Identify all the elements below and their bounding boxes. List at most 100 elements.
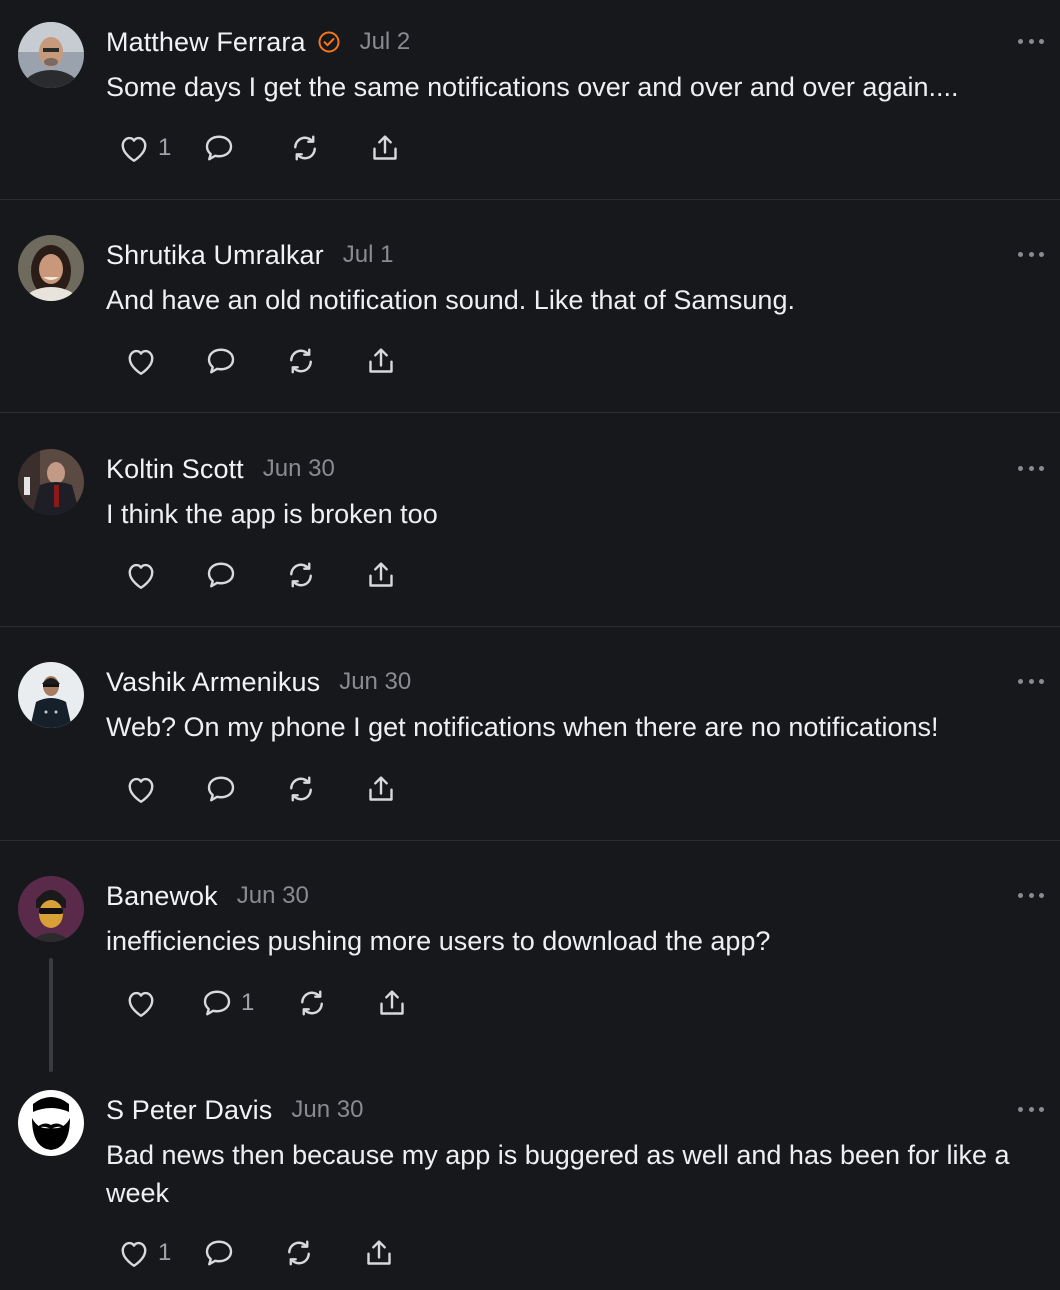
reply-count: 1 [241, 989, 255, 1016]
post-actions [123, 341, 399, 381]
like-count: 1 [158, 1239, 172, 1266]
repost-icon [294, 985, 330, 1021]
heart-icon [116, 130, 152, 166]
post-header: S Peter Davis Jun 30 [106, 1094, 363, 1126]
share-button[interactable] [363, 555, 399, 595]
post-vashik-armenikus[interactable]: Vashik Armenikus Jun 30 Web? On my phone… [0, 627, 1060, 841]
more-icon[interactable] [1018, 36, 1044, 46]
avatar[interactable] [18, 662, 84, 728]
author-name[interactable]: Shrutika Umralkar [106, 240, 324, 271]
like-button[interactable] [123, 555, 159, 595]
avatar[interactable] [18, 22, 84, 88]
repost-icon [281, 1235, 317, 1271]
repost-button[interactable] [283, 555, 319, 595]
post-actions [123, 769, 399, 809]
post-date[interactable]: Jun 30 [291, 1096, 363, 1124]
comment-icon [203, 343, 239, 379]
share-icon [363, 771, 399, 807]
more-icon[interactable] [1018, 1104, 1044, 1114]
post-date[interactable]: Jun 30 [263, 455, 335, 483]
heart-icon [123, 557, 159, 593]
like-button[interactable]: 1 [116, 1233, 171, 1273]
share-button[interactable] [363, 341, 399, 381]
post-actions: 1 [123, 983, 410, 1023]
repost-button[interactable] [281, 1233, 317, 1273]
post-actions: 1 [116, 1233, 397, 1273]
share-button[interactable] [367, 128, 403, 168]
avatar[interactable] [18, 449, 84, 515]
reply-button[interactable] [203, 555, 239, 595]
author-name[interactable]: S Peter Davis [106, 1095, 272, 1126]
more-icon[interactable] [1018, 249, 1044, 259]
post-header: Shrutika Umralkar Jul 1 [106, 239, 393, 271]
share-button[interactable] [363, 769, 399, 809]
post-text: Some days I get the same notifications o… [106, 72, 959, 102]
verified-badge-icon [317, 30, 341, 54]
reply-button[interactable]: 1 [199, 983, 254, 1023]
avatar[interactable] [18, 876, 84, 942]
share-button[interactable] [361, 1233, 397, 1273]
post-matthew-ferrara[interactable]: Matthew Ferrara Jul 2 Some days I get th… [0, 0, 1060, 200]
repost-icon [287, 130, 323, 166]
more-icon[interactable] [1018, 676, 1044, 686]
post-text: I think the app is broken too [106, 499, 438, 529]
avatar[interactable] [18, 235, 84, 301]
reply-button[interactable] [203, 341, 239, 381]
post-text: Bad news then because my app is buggered… [106, 1140, 1010, 1208]
post-header: Banewok Jun 30 [106, 880, 309, 912]
reply-button[interactable] [201, 128, 243, 168]
author-name[interactable]: Matthew Ferrara [106, 27, 306, 58]
heart-icon [116, 1235, 152, 1271]
reply-button[interactable] [201, 1233, 237, 1273]
like-button[interactable] [123, 341, 159, 381]
post-text: Web? On my phone I get notifications whe… [106, 712, 939, 742]
like-count: 1 [158, 134, 172, 161]
post-shrutika-umralkar[interactable]: Shrutika Umralkar Jul 1 And have an old … [0, 200, 1060, 413]
share-button[interactable] [374, 983, 410, 1023]
share-icon [363, 557, 399, 593]
repost-icon [283, 343, 319, 379]
post-banewok[interactable]: Banewok Jun 30 inefficiencies pushing mo… [0, 841, 1060, 1072]
post-date[interactable]: Jul 1 [343, 241, 394, 269]
like-button[interactable] [123, 769, 159, 809]
heart-icon [123, 343, 159, 379]
heart-icon [123, 771, 159, 807]
post-s-peter-davis[interactable]: S Peter Davis Jun 30 Bad news then becau… [0, 1054, 1060, 1290]
post-text: inefficiencies pushing more users to dow… [106, 926, 771, 956]
share-icon [361, 1235, 397, 1271]
post-date[interactable]: Jul 2 [360, 28, 411, 56]
post-actions: 1 [116, 128, 403, 168]
avatar[interactable] [18, 1090, 84, 1156]
repost-button[interactable] [283, 769, 319, 809]
replies-feed: Matthew Ferrara Jul 2 Some days I get th… [0, 0, 1060, 1290]
author-name[interactable]: Vashik Armenikus [106, 667, 320, 698]
post-date[interactable]: Jun 30 [339, 668, 411, 696]
repost-button[interactable] [294, 983, 330, 1023]
comment-icon [203, 771, 239, 807]
repost-button[interactable] [283, 341, 319, 381]
post-actions [123, 555, 399, 595]
more-icon[interactable] [1018, 890, 1044, 900]
comment-icon [201, 130, 237, 166]
share-icon [367, 130, 403, 166]
repost-icon [283, 557, 319, 593]
like-button[interactable]: 1 [116, 128, 171, 168]
like-button[interactable] [123, 983, 159, 1023]
more-icon[interactable] [1018, 463, 1044, 473]
post-date[interactable]: Jun 30 [237, 882, 309, 910]
share-icon [374, 985, 410, 1021]
post-header: Vashik Armenikus Jun 30 [106, 666, 411, 698]
repost-icon [283, 771, 319, 807]
repost-button[interactable] [287, 128, 323, 168]
post-header: Matthew Ferrara Jul 2 [106, 26, 410, 58]
comment-icon [201, 1235, 237, 1271]
comment-icon [203, 557, 239, 593]
author-name[interactable]: Banewok [106, 881, 218, 912]
share-icon [363, 343, 399, 379]
post-koltin-scott[interactable]: Koltin Scott Jun 30 I think the app is b… [0, 413, 1060, 627]
post-header: Koltin Scott Jun 30 [106, 453, 335, 485]
comment-icon [199, 985, 235, 1021]
author-name[interactable]: Koltin Scott [106, 454, 244, 485]
post-text: And have an old notification sound. Like… [106, 285, 795, 315]
reply-button[interactable] [203, 769, 239, 809]
